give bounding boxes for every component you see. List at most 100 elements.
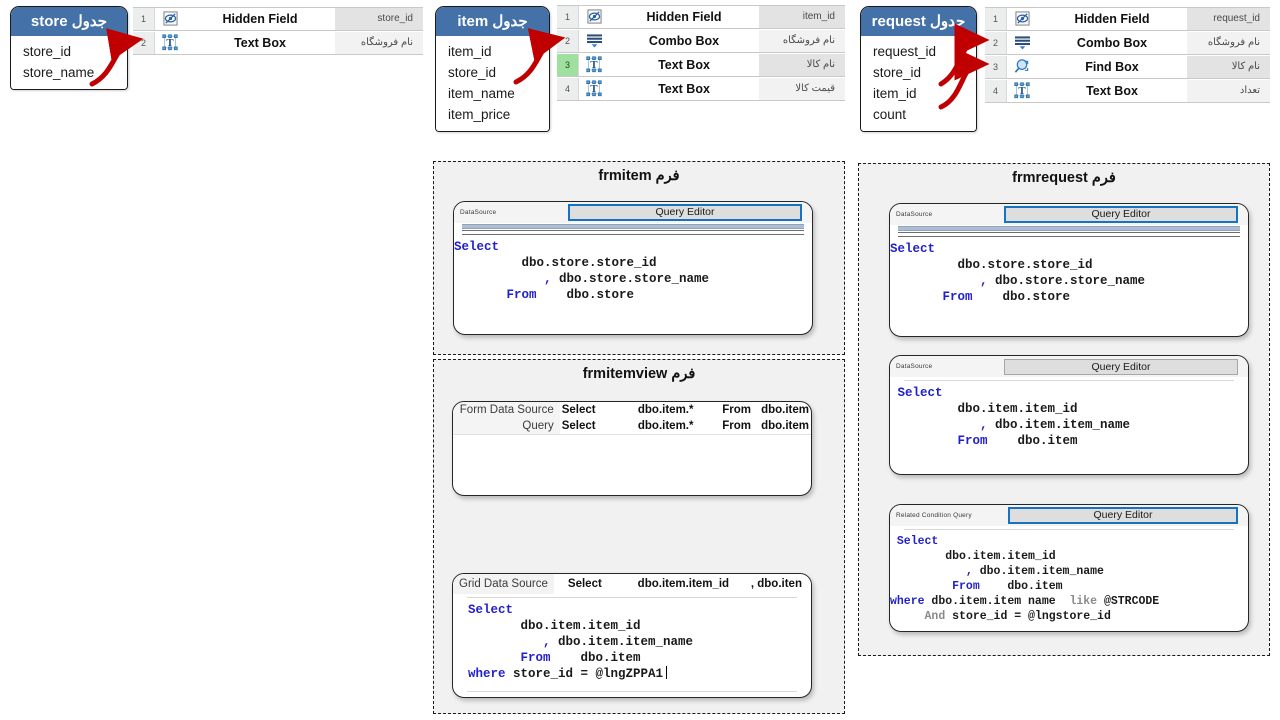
hidden-field-icon	[579, 6, 609, 28]
entity-field: item_name	[448, 86, 515, 101]
sql-line: From dbo.item	[890, 433, 1248, 449]
panel-frmrequest: فرم frmrequest DataSource Query Editor S…	[858, 163, 1270, 656]
table-row[interactable]: 3 Find Box نام کالا	[985, 55, 1270, 79]
entity-title-item: جدول item	[436, 7, 549, 36]
table-row[interactable]: Form Data Source Select dbo.item.* From …	[453, 402, 811, 418]
sql-token: dbo.item.item name	[924, 595, 1070, 608]
control-type-label: Combo Box	[1037, 32, 1187, 54]
control-description: نام فروشگاه	[1187, 32, 1270, 54]
row-table: dbo.item	[761, 404, 809, 416]
query-box-header: DataSource Query Editor	[890, 204, 1248, 225]
sql-token: dbo.store.store_id	[521, 256, 657, 270]
sql-token: dbo.store.store_name	[995, 274, 1146, 288]
query-box-frmitem-datasource[interactable]: DataSource Query Editor Select dbo.store…	[453, 201, 813, 335]
table-row[interactable]: 1 Hidden Field request_id	[985, 7, 1270, 31]
sql-token: From	[942, 290, 973, 304]
table-row[interactable]: 1 Hidden Field item_id	[557, 5, 845, 29]
divider	[467, 691, 797, 692]
sql-line: Select	[890, 534, 1248, 549]
query-editor-button[interactable]: Query Editor	[568, 204, 802, 221]
sql-token: From	[957, 434, 988, 448]
control-grid-item: 1 Hidden Field item_id 2 Combo Box نام ف…	[557, 5, 845, 101]
entity-field: request_id	[873, 44, 937, 59]
control-description: نام کالا	[759, 54, 845, 76]
row-columns: dbo.item.*	[637, 404, 694, 416]
sql-token: From	[506, 288, 537, 302]
find-box-icon	[1007, 56, 1037, 78]
panel-frmitem: فرم frmitem DataSource Query Editor Sele…	[433, 161, 845, 355]
table-row[interactable]: 1 Hidden Field store_id	[133, 7, 423, 31]
sql-line: , dbo.item.item_name	[890, 564, 1248, 579]
control-type-label: Combo Box	[609, 30, 759, 52]
control-description: نام فروشگاه	[335, 32, 423, 54]
query-box-header: DataSource Query Editor	[890, 356, 1248, 377]
control-grid-store: 1 Hidden Field store_id 2 T Text Box نام…	[133, 7, 423, 55]
table-row[interactable]: 4 T Text Box تعداد	[985, 79, 1270, 103]
control-type-label: Text Box	[1037, 80, 1187, 102]
query-editor-button[interactable]: Query Editor	[1004, 206, 1238, 223]
entity-field: item_id	[448, 44, 492, 59]
table-row[interactable]: 2 Combo Box نام فروشگاه	[557, 29, 845, 53]
sql-line: , dbo.item.item_name	[453, 634, 811, 650]
sql-token: store_id = @lngZPPA1	[505, 667, 664, 681]
panel-title-frmitemview: فرم frmitemview	[582, 366, 696, 382]
sql-line: where dbo.item.item name like @STRCODE	[890, 594, 1248, 609]
query-box-frmrequest-store[interactable]: DataSource Query Editor Select dbo.store…	[889, 203, 1249, 337]
query-box-form-data-source[interactable]: Form Data Source Select dbo.item.* From …	[452, 401, 812, 496]
sql-token: dbo.item.item_name	[995, 418, 1131, 432]
entity-field: store_id	[873, 65, 922, 80]
sql-line: From dbo.store	[454, 287, 812, 303]
entity-title-request: جدول request	[861, 7, 976, 36]
combo-box-icon	[579, 30, 609, 52]
sql-token: dbo.store.store_name	[559, 272, 710, 286]
sql-token: where	[468, 667, 506, 681]
row-number: 4	[985, 80, 1007, 102]
sql-text-frmrequest-store[interactable]: Select dbo.store.store_id , dbo.store.st…	[890, 237, 1248, 311]
related-condition-query-label: Related Condition Query	[896, 512, 972, 519]
sql-text-frmitem[interactable]: Select dbo.store.store_id , dbo.store.st…	[454, 235, 812, 309]
sql-text-grid-data-source[interactable]: Select dbo.item.item_id , dbo.item.item_…	[453, 598, 811, 688]
control-type-label: Text Box	[609, 78, 759, 100]
table-row[interactable]: Query Select dbo.item.* From dbo.item	[453, 418, 811, 434]
row-number: 1	[985, 8, 1007, 30]
grid-source-operation: Select	[567, 578, 602, 590]
sql-token: dbo.item.item_id	[945, 550, 1056, 563]
sql-text-frmrequest-condition[interactable]: Select dbo.item.item_id , dbo.item.item_…	[890, 530, 1248, 630]
sql-line: Select	[454, 239, 812, 255]
query-editor-button[interactable]: Query Editor	[1004, 358, 1238, 375]
sql-token: dbo.item.item_id	[957, 402, 1078, 416]
sql-line: , dbo.store.store_name	[454, 271, 812, 287]
table-row[interactable]: 3 T Text Box نام کالا	[557, 53, 845, 77]
table-row[interactable]: 2 Combo Box نام فروشگاه	[985, 31, 1270, 55]
row-number: 2	[557, 30, 579, 52]
sql-line: dbo.item.item_id	[890, 401, 1248, 417]
sql-line: Select	[890, 241, 1248, 257]
sql-line: dbo.store.store_id	[454, 255, 812, 271]
query-box-grid-data-source[interactable]: Grid Data Source Select dbo.item.item_id…	[452, 573, 812, 698]
control-description: نام کالا	[1187, 56, 1270, 78]
sql-line: Select	[453, 602, 811, 618]
text-box-icon: T	[155, 32, 185, 54]
table-row[interactable]: 2 T Text Box نام فروشگاه	[133, 31, 423, 55]
row-table: dbo.item	[761, 420, 809, 432]
query-box-frmrequest-condition[interactable]: Related Condition Query Query Editor Sel…	[889, 504, 1249, 632]
control-type-label: Text Box	[185, 32, 335, 54]
toolbar-rule	[454, 223, 812, 235]
sql-token: ,	[980, 274, 996, 288]
sql-token: ,	[544, 272, 560, 286]
table-row[interactable]: 4 T Text Box قیمت کالا	[557, 77, 845, 101]
row-label: Form Data Source	[453, 402, 560, 418]
sql-token: Select	[454, 240, 500, 254]
sql-token: dbo.store	[972, 290, 1071, 304]
control-description: item_id	[759, 6, 845, 28]
sql-line: Select	[890, 385, 1248, 401]
hidden-field-icon	[155, 8, 185, 30]
sql-token: where	[890, 595, 925, 608]
query-box-frmrequest-item[interactable]: DataSource Query Editor Select dbo.item.…	[889, 355, 1249, 475]
sql-token: store_id = @lngstore_id	[945, 610, 1111, 623]
control-type-label: Text Box	[609, 54, 759, 76]
query-editor-button[interactable]: Query Editor	[1008, 507, 1238, 524]
control-description: store_id	[335, 8, 423, 30]
sql-text-frmrequest-item[interactable]: Select dbo.item.item_id , dbo.item.item_…	[890, 381, 1248, 455]
grid-source-column-1: dbo.item.item_id	[637, 578, 730, 590]
